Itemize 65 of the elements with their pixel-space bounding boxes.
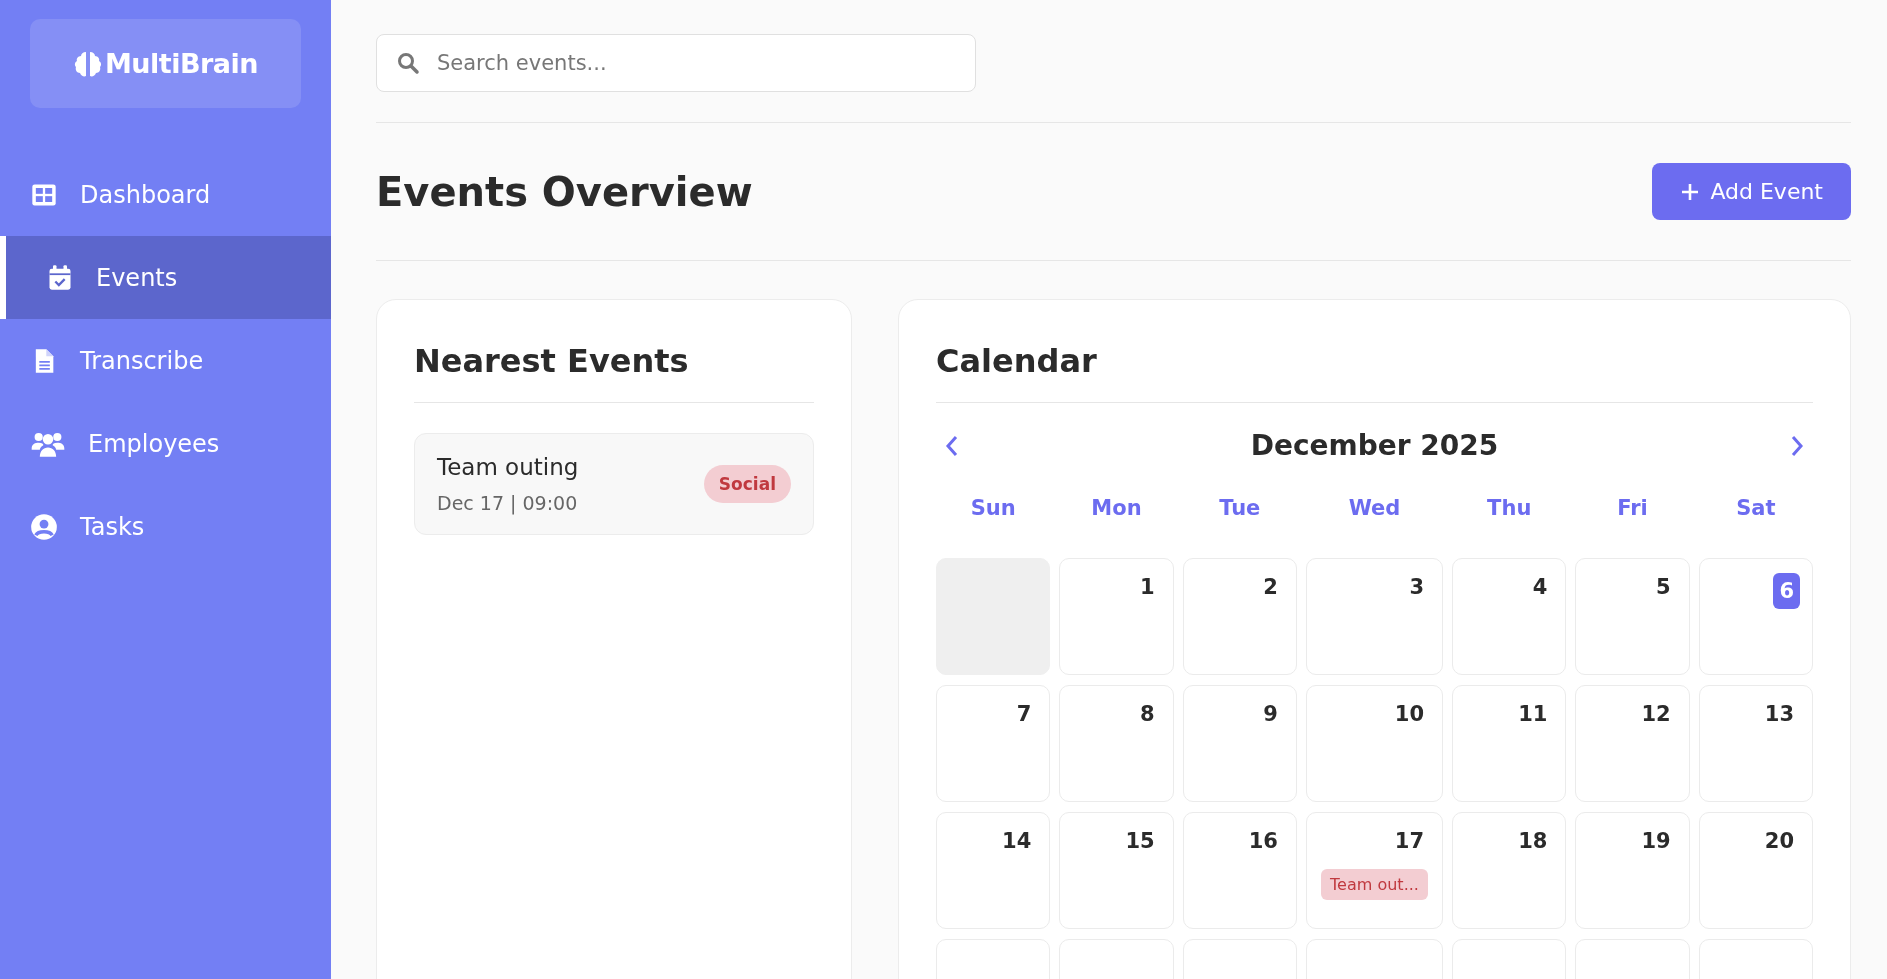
day-number: 12 (1640, 701, 1672, 728)
day-number: 10 (1393, 701, 1426, 728)
weekday-label: Wed (1347, 496, 1402, 522)
day-number: 7 (1015, 701, 1033, 728)
day-cell[interactable]: 9 (1182, 685, 1297, 802)
day-cell[interactable]: 6 (1698, 558, 1813, 675)
day-number: 6 (1773, 573, 1800, 609)
day-cell[interactable]: 13 (1698, 685, 1813, 802)
weekday-label: Mon (1090, 496, 1143, 522)
user-circle-icon (30, 512, 58, 541)
day-number: 16 (1247, 828, 1279, 855)
day-number: 11 (1517, 701, 1549, 728)
event-chip[interactable]: Team out... (1321, 869, 1428, 900)
day-number: 8 (1139, 701, 1156, 728)
event-tag: Social (703, 465, 791, 503)
day-cell[interactable]: 12 (1575, 685, 1690, 802)
event-time: Dec 17 | 09:00 (437, 492, 579, 514)
month-title: December 2025 (1250, 429, 1499, 462)
search-icon (396, 51, 420, 75)
day-cell[interactable]: 11 (1452, 685, 1567, 802)
day-number: 18 (1517, 828, 1549, 855)
day-number: 9 (1262, 701, 1279, 728)
day-cell[interactable]: 18 (1452, 812, 1567, 929)
weekday-label: Sun (969, 496, 1017, 522)
chevron-right-icon (1789, 433, 1805, 458)
day-number: 19 (1640, 828, 1672, 855)
day-number: 15 (1124, 828, 1156, 855)
day-cell[interactable]: 4 (1452, 558, 1567, 675)
day-cell[interactable]: 8 (1059, 685, 1174, 802)
weekday-label: Tue (1218, 496, 1262, 522)
day-cell[interactable]: 5 (1575, 558, 1690, 675)
day-cell[interactable]: 3 (1305, 558, 1444, 675)
weekday-label: Sat (1735, 496, 1777, 522)
weekday-label: Thu (1486, 496, 1533, 522)
day-number: 17 (1393, 828, 1426, 855)
search-field[interactable]: Search events... (376, 34, 976, 92)
day-number: 2 (1262, 574, 1279, 601)
add-event-button[interactable]: Add Event (1652, 163, 1851, 220)
day-number: 1 (1139, 574, 1156, 601)
plus-icon (1680, 181, 1701, 202)
day-number: 20 (1763, 828, 1795, 855)
day-cell[interactable]: 10 (1305, 685, 1444, 802)
page-title: Events Overview (376, 168, 753, 215)
day-cell[interactable]: 7 (936, 685, 1051, 802)
day-cell[interactable]: 2 (1182, 558, 1297, 675)
day-number: 5 (1655, 574, 1672, 601)
day-cell[interactable]: 17 Team out... (1305, 812, 1444, 929)
card-title: Nearest Events (414, 300, 814, 403)
card-title: Calendar (936, 300, 1813, 403)
day-cell[interactable]: 16 (1182, 812, 1297, 929)
day-cell[interactable]: 19 (1575, 812, 1690, 929)
day-cell[interactable]: 20 (1698, 812, 1813, 929)
day-number: 14 (1001, 828, 1033, 855)
event-card[interactable]: Team outing Dec 17 | 09:00 Social (414, 433, 814, 535)
app-logo-text: MultiBrain (104, 48, 259, 79)
weekday-label: Fri (1616, 496, 1649, 522)
day-number: 13 (1763, 701, 1795, 728)
day-cell[interactable]: 14 (936, 812, 1051, 929)
day-number: 4 (1531, 574, 1549, 601)
event-name: Team outing (437, 454, 579, 480)
day-cell[interactable]: 1 (1059, 558, 1174, 675)
day-number: 3 (1408, 574, 1426, 601)
day-cell[interactable]: 15 (1059, 812, 1174, 929)
nav-item[interactable]: Events (0, 236, 331, 319)
chevron-left-icon (944, 433, 960, 458)
